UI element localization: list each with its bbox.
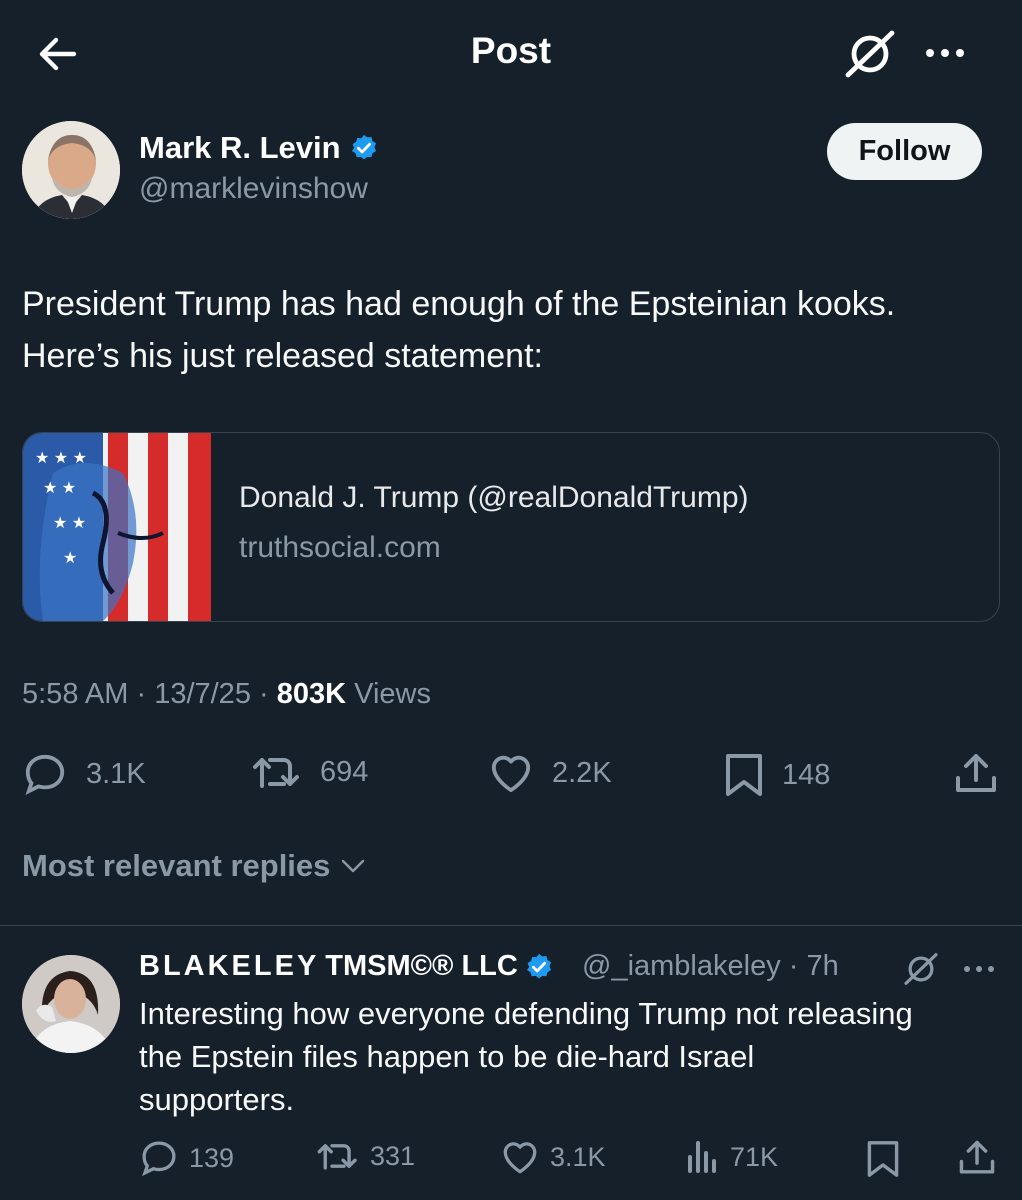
reply-reply-count: 139 xyxy=(189,1142,235,1173)
reply-bookmark-action[interactable] xyxy=(866,1139,900,1179)
grok-icon[interactable] xyxy=(842,29,898,79)
post-metadata: 5:58 AM · 13/7/25 · 803K Views xyxy=(22,678,431,710)
bookmark-action[interactable]: 148 xyxy=(724,752,830,798)
reply-author-handle[interactable]: @_iamblakeley xyxy=(582,950,781,982)
reply-reply-action[interactable]: 139 xyxy=(139,1139,234,1177)
like-count: 2.2K xyxy=(552,756,612,789)
reply-handle-row: @_iamblakeley · 7h xyxy=(582,950,839,982)
author-name[interactable]: Mark R. Levin xyxy=(139,130,341,166)
post-text-line: Here’s his just released statement: xyxy=(22,337,543,375)
more-options-icon[interactable] xyxy=(920,38,970,68)
avatar[interactable] xyxy=(22,121,120,219)
reply-count: 3.1K xyxy=(86,757,146,790)
share-action[interactable] xyxy=(954,752,998,796)
chevron-down-icon xyxy=(338,855,368,877)
repost-count: 694 xyxy=(320,755,369,788)
reply-action[interactable]: 3.1K xyxy=(22,752,146,796)
bookmark-icon xyxy=(866,1139,900,1179)
svg-text:★: ★ xyxy=(63,550,77,567)
link-preview-image: ★ ★ ★ ★ ★ ★ ★ ★ xyxy=(23,433,211,621)
follow-button[interactable]: Follow xyxy=(827,123,982,180)
reply-like-count: 3.1K xyxy=(550,1141,606,1172)
reply-views-action[interactable]: 71K xyxy=(684,1139,778,1175)
views-chart-icon xyxy=(684,1139,720,1175)
svg-text:★ ★ ★: ★ ★ ★ xyxy=(35,450,87,467)
author-name-row[interactable]: Mark R. Levin xyxy=(139,130,379,166)
verified-badge-icon xyxy=(349,133,379,163)
replies-sort-selector[interactable]: Most relevant replies xyxy=(22,848,368,884)
heart-icon xyxy=(500,1139,540,1175)
link-card-title[interactable]: Donald J. Trump (@realDonaldTrump) xyxy=(239,481,749,515)
repost-icon xyxy=(252,752,302,792)
repost-action[interactable]: 694 xyxy=(252,752,368,792)
reply-author-name-row[interactable]: BLAKELEY TMSM©® LLC xyxy=(139,950,554,983)
reply-icon xyxy=(139,1139,179,1177)
reply-icon xyxy=(22,752,68,796)
post-text-line: President Trump has had enough of the Ep… xyxy=(22,285,896,323)
link-preview-card[interactable]: ★ ★ ★ ★ ★ ★ ★ ★ Donald J. Trump (@realDo… xyxy=(22,432,1000,622)
reply-author-name[interactable]: BLAKELEY xyxy=(139,950,319,983)
link-card-domain: truthsocial.com xyxy=(239,531,441,564)
post-date[interactable]: 13/7/25 xyxy=(154,678,251,710)
share-icon xyxy=(958,1139,996,1177)
author-handle[interactable]: @marklevinshow xyxy=(139,172,368,206)
reply-age[interactable]: 7h xyxy=(806,950,838,982)
repost-icon xyxy=(316,1139,360,1173)
grok-icon[interactable] xyxy=(902,952,940,986)
share-icon xyxy=(954,752,998,796)
divider xyxy=(0,925,1022,926)
post-time[interactable]: 5:58 AM xyxy=(22,678,128,710)
reply-repost-action[interactable]: 331 xyxy=(316,1139,415,1173)
replies-sort-label: Most relevant replies xyxy=(22,848,331,883)
post-text: President Trump has had enough of the Ep… xyxy=(22,278,1012,382)
reply-like-action[interactable]: 3.1K xyxy=(500,1139,606,1175)
reply-text-line: the Epstein files happen to be die-hard … xyxy=(139,1039,755,1074)
verified-badge-icon xyxy=(524,952,554,982)
more-options-icon[interactable] xyxy=(961,958,997,980)
reply-avatar[interactable] xyxy=(22,955,120,1053)
heart-icon xyxy=(488,752,534,794)
reply-text-line: supporters. xyxy=(139,1082,295,1117)
svg-text:★ ★: ★ ★ xyxy=(53,515,86,532)
reply-repost-count: 331 xyxy=(370,1140,416,1171)
reply-author-name-marks[interactable]: TMSM©® LLC xyxy=(325,950,518,983)
bookmark-icon xyxy=(724,752,764,798)
views-count: 803K xyxy=(276,678,347,710)
reply-text-line: Interesting how everyone defending Trump… xyxy=(139,996,913,1031)
reply-share-action[interactable] xyxy=(958,1139,996,1177)
reply-text: Interesting how everyone defending Trump… xyxy=(139,992,1009,1121)
bookmark-count: 148 xyxy=(782,758,831,791)
reply-views-count: 71K xyxy=(730,1141,779,1172)
svg-text:★ ★: ★ ★ xyxy=(43,480,76,497)
like-action[interactable]: 2.2K xyxy=(488,752,612,794)
views-label: Views xyxy=(354,678,431,710)
